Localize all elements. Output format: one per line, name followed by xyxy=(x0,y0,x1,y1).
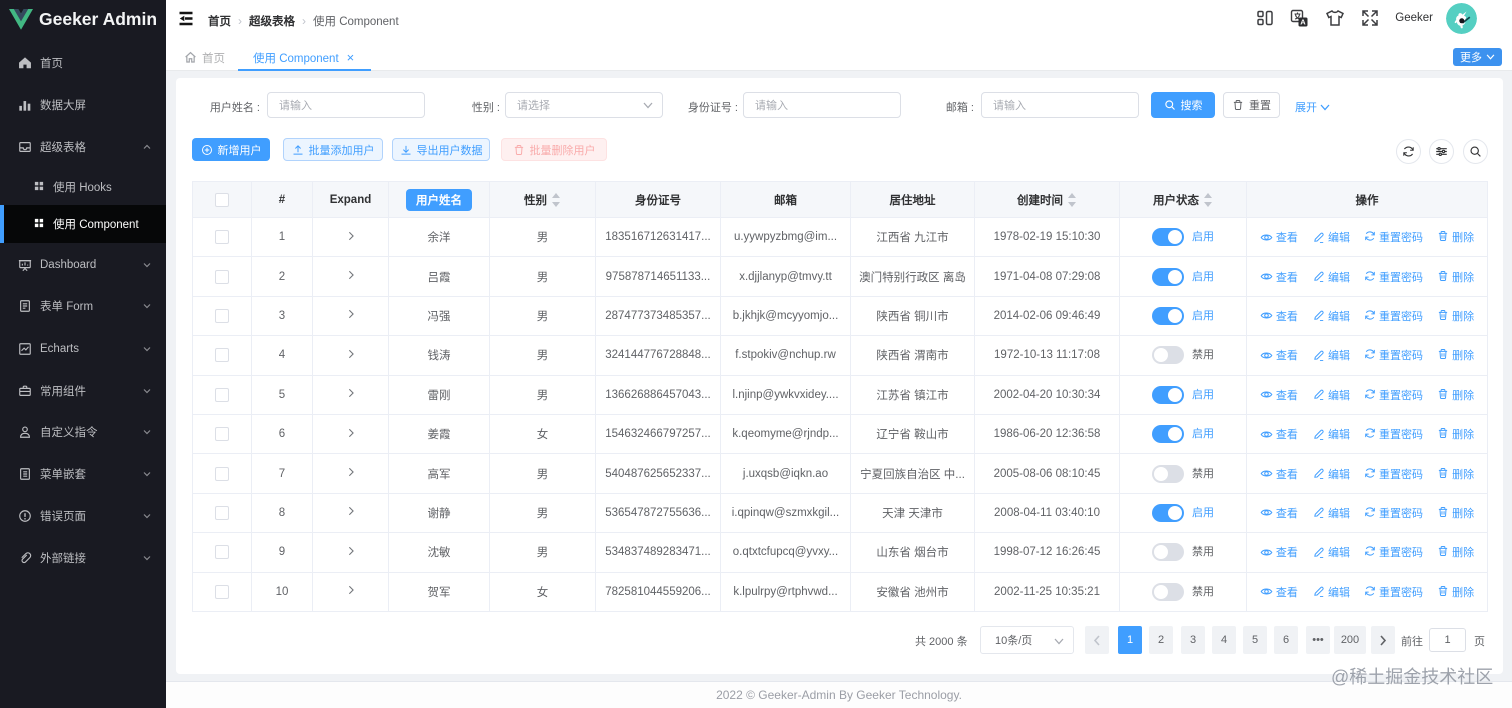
svg-text:A: A xyxy=(1301,17,1307,26)
